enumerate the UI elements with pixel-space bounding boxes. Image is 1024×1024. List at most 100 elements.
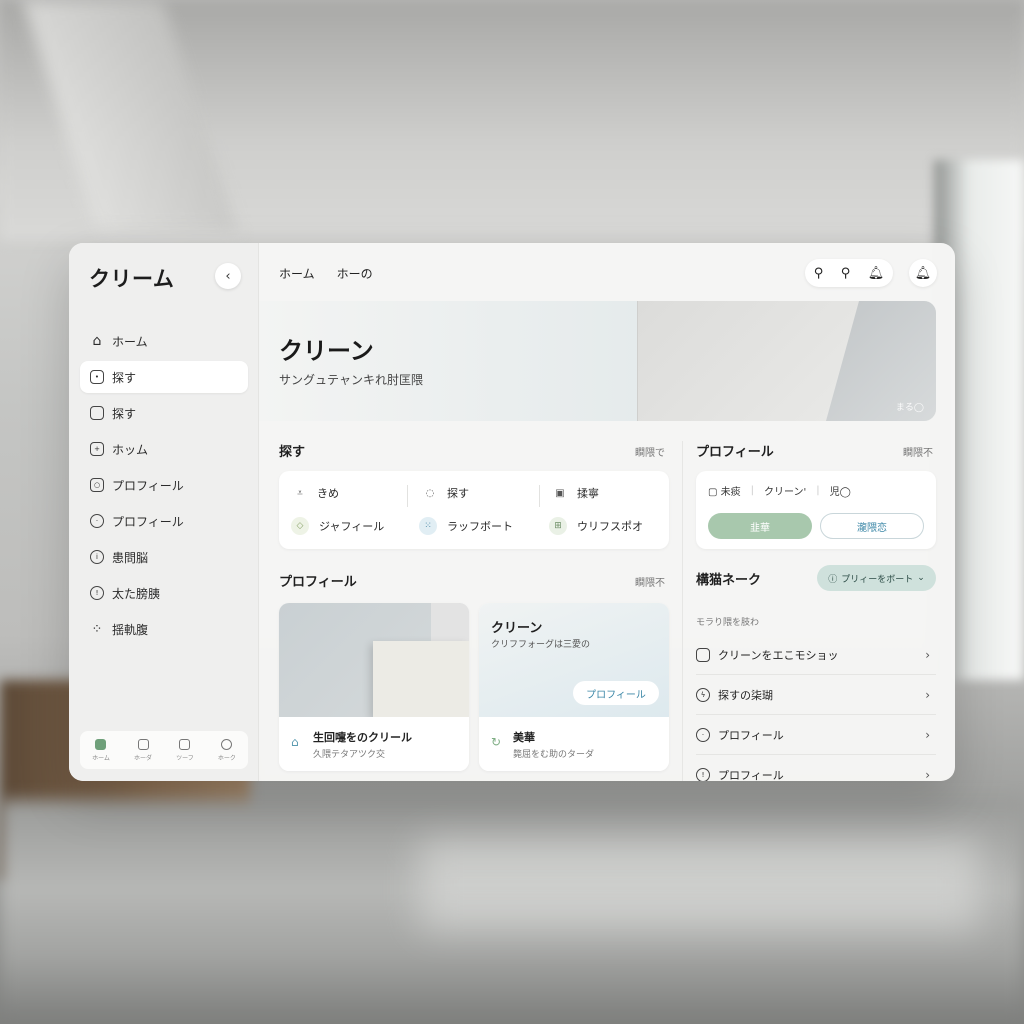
hero-banner: クリーン サングュテャンキれ肘匡隈 まる◯ xyxy=(259,301,936,421)
calendar-icon: • xyxy=(90,370,104,384)
panel-cell[interactable]: ▢ 未痰 xyxy=(708,483,741,498)
sidebar-nav: ⌂ ホーム • 探す 探す + ホッム ○ プロフィール · プロフィール i … xyxy=(80,325,248,649)
network-pill-button[interactable]: ⓘ プリィーをボート ⌄ xyxy=(817,565,936,591)
inbox-icon xyxy=(696,647,710,662)
check-icon: ⩡ xyxy=(297,487,303,499)
profile-section-title: プロフィール xyxy=(279,575,357,590)
list-item[interactable]: ! プロフィール › xyxy=(696,755,936,781)
notification-button[interactable]: 🔔︎ xyxy=(909,259,937,287)
info-icon: ⓘ xyxy=(828,574,838,585)
chevron-left-icon: ‹ xyxy=(225,268,231,284)
explore-card: ⩡ きめ ◌ 探す ▣ 揉寧 ◇ ジャフィール ⁙ ラッフボート ⊞ ウリフスポ… xyxy=(279,471,669,549)
home-icon xyxy=(95,738,107,750)
alert-icon: ! xyxy=(90,586,104,600)
bottom-tab-user[interactable]: ホーク xyxy=(217,738,236,762)
profile-panel-more-link[interactable]: 瞷隈不 xyxy=(903,444,933,459)
list-item-label: プロフィール xyxy=(718,728,784,742)
sidebar-item-label: 患問脳 xyxy=(112,550,149,565)
explore-item[interactable]: ⩡ きめ xyxy=(293,485,339,501)
badge-icon: ▢ xyxy=(708,487,718,498)
diamond-icon: ◇ xyxy=(291,517,309,535)
list-caption: モラり隈を肢わ xyxy=(696,618,760,628)
explore-item[interactable]: ⊞ ウリフスポオ xyxy=(549,517,643,535)
sidebar-item-alert[interactable]: ! 太た膀胰 xyxy=(80,577,248,609)
house-icon: ⌂ xyxy=(92,333,102,349)
profile-card[interactable]: ⌂ 生回嚏をのクリール 久隈テタアツク交 xyxy=(279,603,469,771)
sidebar-item-label: 探す xyxy=(112,406,137,421)
panel-cell-label[interactable]: 児◯ xyxy=(830,483,851,498)
top-tabs: ホーム ホーの xyxy=(279,263,373,284)
tab-home-2[interactable]: ホーの xyxy=(337,263,373,284)
shield-icon: ◌ xyxy=(425,487,435,499)
card-footer: ↻ 美華 斃屈をむ助のターダ xyxy=(479,717,669,771)
bottom-tab-label: ホーダ xyxy=(134,754,153,762)
explore-item[interactable]: ◇ ジャフィール xyxy=(291,517,384,535)
app-window: クリーム ‹ ⌂ ホーム • 探す 探す + ホッム ○ プロフィール · プロ… xyxy=(69,243,955,781)
secondary-button[interactable]: 瀧隈恋 xyxy=(820,513,924,539)
badge-icon: ○ xyxy=(90,478,104,492)
bottom-tab-calendar[interactable]: ホーダ xyxy=(134,738,153,762)
search-icon[interactable]: ⚲ xyxy=(841,266,851,281)
explore-item[interactable]: ▣ 揉寧 xyxy=(553,485,599,501)
bell-icon[interactable]: 🔔︎ xyxy=(868,266,885,281)
chevron-right-icon: › xyxy=(925,687,930,702)
bottom-tab-label: ホーク xyxy=(217,754,236,762)
profile-panel-row: ▢ 未痰 | クリーン' | 児◯ xyxy=(708,483,924,498)
user-icon xyxy=(221,738,233,750)
profile-card[interactable]: クリーン クリフフォーグは三愛の プロフィール ↻ 美華 斃屈をむ助のターダ xyxy=(479,603,669,771)
sidebar-item-label: 探す xyxy=(112,370,137,385)
refresh-icon: ↻ xyxy=(491,735,502,749)
explore-item[interactable]: ⁙ ラッフボート xyxy=(419,517,513,535)
sidebar-item-info[interactable]: i 患問脳 xyxy=(80,541,248,573)
separator: | xyxy=(816,485,820,496)
sidebar-item-apps[interactable]: ⁘ 揺軌腹 xyxy=(80,613,248,645)
list-item[interactable]: クリーンをエこモショッ › xyxy=(696,635,936,675)
card-hero: クリーン クリフフォーグは三愛の プロフィール xyxy=(479,603,669,717)
sidebar-item-hom[interactable]: + ホッム xyxy=(80,433,248,465)
hero-caption: まる◯ xyxy=(895,403,924,413)
list-item[interactable]: ϟ 探すの柒瑚 › xyxy=(696,675,936,715)
main-content: ホーム ホーの ⚲ ⚲ 🔔︎ 🔔︎ クリーン サングュテャンキれ肘匡隈 まる◯ … xyxy=(259,243,955,781)
list-item[interactable]: · プロフィール › xyxy=(696,715,936,755)
list-item-label: 探すの柒瑚 xyxy=(718,688,773,702)
sidebar-item-explore-2[interactable]: 探す xyxy=(80,397,248,429)
hero-title: クリーン xyxy=(279,337,374,365)
sidebar-item-label: 揺軌腹 xyxy=(112,622,149,637)
primary-button[interactable]: 韭華 xyxy=(708,513,812,539)
sidebar-item-profile-2[interactable]: · プロフィール xyxy=(80,505,248,537)
profile-button[interactable]: プロフィール xyxy=(573,681,659,705)
inbox-icon: ▣ xyxy=(555,487,565,499)
panel-cell-label[interactable]: クリーン' xyxy=(764,483,806,498)
tab-home[interactable]: ホーム xyxy=(279,263,315,284)
search-icon[interactable]: ⚲ xyxy=(814,266,824,281)
profile-section-more-link[interactable]: 瞷隈不 xyxy=(635,574,665,589)
bottom-tab-label: ツーフ xyxy=(176,754,194,762)
sidebar-item-explore[interactable]: • 探す xyxy=(80,361,248,393)
hero-subtitle: サングュテャンキれ肘匡隈 xyxy=(279,373,424,387)
brand-title: クリーム xyxy=(89,267,175,291)
collapse-sidebar-button[interactable]: ‹ xyxy=(215,263,241,289)
chevron-right-icon: › xyxy=(925,768,930,781)
explore-item-label: ウリフスポオ xyxy=(577,520,643,533)
bottom-tab-inbox[interactable]: ツーフ xyxy=(176,738,194,762)
sidebar-item-label: プロフィール xyxy=(112,514,184,529)
pill-label: プリィーをボート xyxy=(841,574,914,585)
network-list: クリーンをエこモショッ › ϟ 探すの柒瑚 › · プロフィール › ! プロフ… xyxy=(696,635,936,781)
table-icon: ⊞ xyxy=(549,517,567,535)
sidebar-item-label: 太た膀胰 xyxy=(112,586,161,601)
info-icon: i xyxy=(90,550,104,564)
bottom-tab-home[interactable]: ホーム xyxy=(92,738,110,762)
sidebar-item-home[interactable]: ⌂ ホーム xyxy=(80,325,248,357)
card-image-strip xyxy=(431,603,469,641)
grid-icon: + xyxy=(90,442,104,456)
sidebar-item-profile[interactable]: ○ プロフィール xyxy=(80,469,248,501)
explore-more-link[interactable]: 瞷隈で xyxy=(635,444,665,459)
bottom-tab-bar: ホーム ホーダ ツーフ ホーク xyxy=(80,731,248,769)
chevron-right-icon: › xyxy=(925,727,930,742)
explore-item[interactable]: ◌ 探す xyxy=(423,485,469,501)
explore-item-label: きめ xyxy=(317,487,339,500)
divider xyxy=(539,485,540,507)
clock-icon: · xyxy=(696,727,710,742)
column-divider xyxy=(682,441,683,781)
separator: | xyxy=(750,485,755,496)
